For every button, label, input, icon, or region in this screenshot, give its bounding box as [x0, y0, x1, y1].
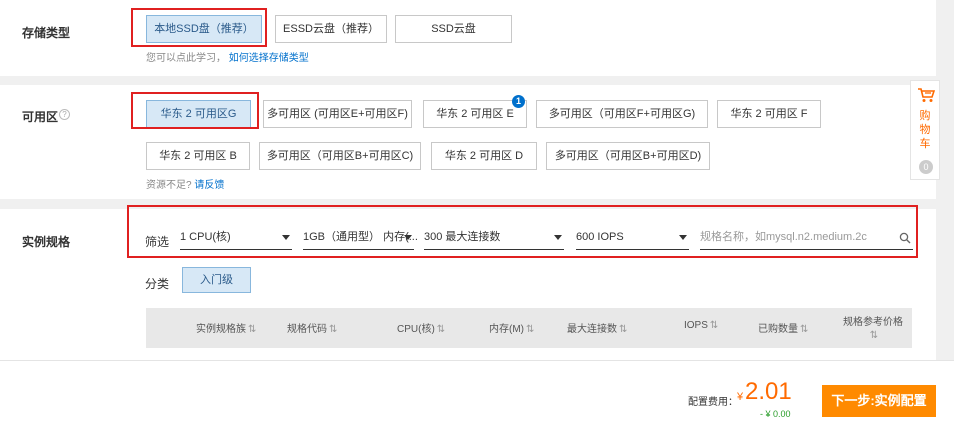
memory-filter-select[interactable]: 1GB（通用型） 内存(... — [303, 226, 418, 250]
chevron-down-icon — [282, 235, 290, 240]
chevron-down-icon — [554, 235, 562, 240]
spec-label: 实例规格 — [22, 235, 71, 249]
column-header-code[interactable]: 规格代码 ⇅ — [287, 320, 337, 335]
column-header-iops[interactable]: IOPS ⇅ — [684, 320, 718, 331]
connections-filter-select[interactable]: 300 最大连接数 — [424, 226, 564, 250]
memory-filter-value: 1GB（通用型） 内存(... — [303, 231, 418, 243]
category-label: 分类 — [145, 277, 170, 291]
column-header-memory[interactable]: 内存(M) ⇅ — [489, 320, 534, 335]
storage-type-label: 存储类型 — [22, 26, 71, 40]
zone-option-multi-bc[interactable]: 多可用区（可用区B+可用区C) — [259, 142, 421, 170]
zone-option-multi-fg[interactable]: 多可用区（可用区F+可用区G) — [536, 100, 708, 128]
help-icon[interactable]: ? — [59, 109, 70, 120]
zone-hint-text: 资源不足? — [146, 180, 192, 191]
column-header-cpu[interactable]: CPU(核) ⇅ — [397, 320, 445, 335]
column-header-purchased[interactable]: 已购数量 ⇅ — [758, 320, 808, 335]
zone-option-b[interactable]: 华东 2 可用区 B — [146, 142, 250, 170]
zone-option-e-badge: 1 — [512, 95, 525, 108]
zone-label: 可用区 — [22, 110, 59, 124]
storage-option-local-ssd[interactable]: 本地SSD盘（推荐） — [146, 15, 262, 43]
iops-filter-select[interactable]: 600 IOPS — [576, 226, 689, 250]
shopping-cart-widget[interactable]: 购物车 0 — [910, 80, 940, 180]
zone-option-d[interactable]: 华东 2 可用区 D — [431, 142, 537, 170]
price-label: 配置费用： — [688, 397, 738, 408]
next-step-button[interactable]: 下一步:实例配置 — [822, 385, 936, 417]
cart-label: 购物车 — [919, 110, 931, 150]
column-header-price[interactable]: 规格参考价格⇅ — [843, 316, 903, 342]
zone-option-g[interactable]: 华东 2 可用区G — [146, 100, 251, 128]
storage-hint-link[interactable]: 如何选择存储类型 — [229, 53, 309, 64]
zone-section: 可用区 ? 华东 2 可用区G 多可用区 (可用区E+可用区F) 华东 2 可用… — [0, 85, 936, 199]
spec-search-input[interactable]: 规格名称，如mysql.n2.medium.2c — [700, 226, 913, 250]
cpu-filter-value: 1 CPU(核) — [180, 231, 231, 243]
price-currency: ¥ — [737, 391, 744, 403]
column-header-connections[interactable]: 最大连接数 ⇅ — [567, 320, 627, 335]
storage-hint: 您可以点此学习， 如何选择存储类型 — [146, 49, 309, 64]
zone-hint: 资源不足? 请反馈 — [146, 176, 224, 191]
storage-hint-text: 您可以点此学习， — [146, 53, 226, 64]
filter-label: 筛选 — [145, 235, 170, 249]
zone-option-multi-ef[interactable]: 多可用区 (可用区E+可用区F) — [263, 100, 412, 128]
category-option-entry[interactable]: 入门级 — [182, 267, 251, 293]
cart-icon — [917, 87, 936, 106]
order-footer: 配置费用： ¥ 2.01 - ¥ 0.00 下一步:实例配置 — [0, 360, 954, 424]
price-discount: - ¥ 0.00 — [760, 409, 791, 419]
iops-filter-value: 600 IOPS — [576, 231, 624, 243]
storage-option-essd[interactable]: ESSD云盘（推荐） — [275, 15, 387, 43]
zone-hint-link[interactable]: 请反馈 — [194, 180, 224, 191]
column-header-family[interactable]: 实例规格族 ⇅ — [196, 320, 256, 335]
chevron-down-icon — [679, 235, 687, 240]
storage-option-ssd[interactable]: SSD云盘 — [395, 15, 512, 43]
chevron-down-icon — [404, 235, 412, 240]
search-icon[interactable] — [899, 230, 911, 252]
price-value: 2.01 — [745, 378, 792, 405]
storage-type-section: 存储类型 本地SSD盘（推荐） ESSD云盘（推荐） SSD云盘 您可以点此学习… — [0, 0, 936, 76]
cart-count: 0 — [919, 160, 933, 174]
zone-option-multi-bd[interactable]: 多可用区（可用区B+可用区D) — [546, 142, 710, 170]
connections-filter-value: 300 最大连接数 — [424, 231, 501, 243]
zone-option-f[interactable]: 华东 2 可用区 F — [717, 100, 821, 128]
spec-table-header: 实例规格族 ⇅ 规格代码 ⇅ CPU(核) ⇅ 内存(M) ⇅ 最大连接数 ⇅ IOPS ⇅… — [146, 308, 912, 348]
cpu-filter-select[interactable]: 1 CPU(核) — [180, 226, 292, 250]
spec-search-placeholder: 规格名称，如mysql.n2.medium.2c — [700, 231, 867, 243]
zone-option-e[interactable]: 华东 2 可用区 E — [423, 100, 527, 128]
